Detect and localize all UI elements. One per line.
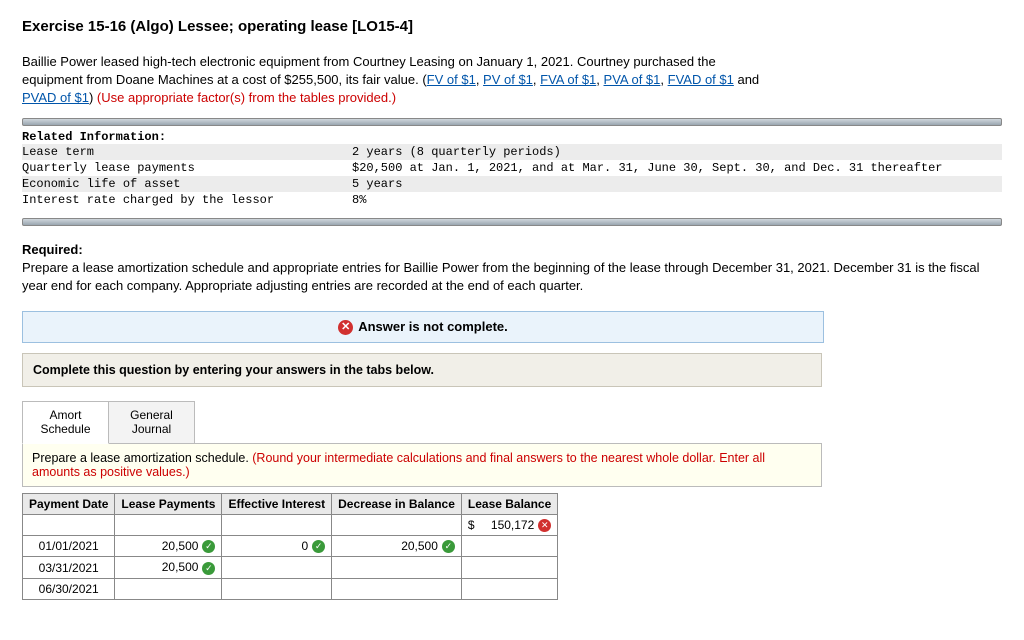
required-header: Required: <box>22 242 1002 257</box>
input-cell[interactable]: 0✓ <box>222 536 332 557</box>
related-info-header: Related Information: <box>22 126 1002 144</box>
info-value: 2 years (8 quarterly periods) <box>352 144 1002 160</box>
tab-bar: AmortSchedule GeneralJournal <box>22 401 1002 444</box>
tab-general-journal[interactable]: GeneralJournal <box>109 401 195 444</box>
factor-note: (Use appropriate factor(s) from the tabl… <box>97 90 396 105</box>
fva-link[interactable]: FVA of $1 <box>540 72 596 87</box>
info-label: Lease term <box>22 144 352 160</box>
input-cell[interactable]: 20,500✓ <box>332 536 462 557</box>
check-icon: ✓ <box>202 562 215 575</box>
date-cell: 03/31/2021 <box>23 557 115 578</box>
pvad-link[interactable]: PVAD of $1 <box>22 90 89 105</box>
fv-link[interactable]: FV of $1 <box>427 72 476 87</box>
info-value: 5 years <box>352 176 1002 192</box>
input-cell[interactable] <box>461 536 557 557</box>
input-cell[interactable] <box>461 578 557 599</box>
intro-text: Baillie Power leased high-tech electroni… <box>22 54 716 69</box>
fvad-link[interactable]: FVAD of $1 <box>668 72 734 87</box>
intro-paragraph: Baillie Power leased high-tech electroni… <box>22 53 1002 108</box>
input-cell[interactable] <box>222 557 332 578</box>
input-cell[interactable] <box>332 557 462 578</box>
input-cell[interactable] <box>461 557 557 578</box>
col-decrease-balance: Decrease in Balance <box>332 493 462 514</box>
status-banner: ✕ Answer is not complete. <box>22 311 824 343</box>
table-row: 06/30/2021 <box>23 578 558 599</box>
panel-instruction: Prepare a lease amortization schedule. (… <box>22 443 822 487</box>
table-row: 01/01/2021 20,500✓ 0✓ 20,500✓ <box>23 536 558 557</box>
col-lease-balance: Lease Balance <box>461 493 557 514</box>
info-value: $20,500 at Jan. 1, 2021, and at Mar. 31,… <box>352 160 1002 176</box>
exercise-title: Exercise 15-16 (Algo) Lessee; operating … <box>22 18 1002 35</box>
pva-link[interactable]: PVA of $1 <box>604 72 661 87</box>
wrong-icon: ✕ <box>538 519 551 532</box>
amortization-table: Payment Date Lease Payments Effective In… <box>22 493 558 600</box>
error-icon: ✕ <box>338 320 353 335</box>
col-payment-date: Payment Date <box>23 493 115 514</box>
input-cell[interactable] <box>115 578 222 599</box>
col-effective-interest: Effective Interest <box>222 493 332 514</box>
intro-text2: equipment from Doane Machines at a cost … <box>22 72 427 87</box>
info-value: 8% <box>352 192 1002 208</box>
divider <box>22 218 1002 226</box>
check-icon: ✓ <box>312 540 325 553</box>
pv-link[interactable]: PV of $1 <box>483 72 533 87</box>
input-cell[interactable] <box>332 578 462 599</box>
input-cell[interactable]: 20,500✓ <box>115 536 222 557</box>
info-label: Quarterly lease payments <box>22 160 352 176</box>
instruction-banner: Complete this question by entering your … <box>22 353 822 387</box>
check-icon: ✓ <box>202 540 215 553</box>
info-label: Economic life of asset <box>22 176 352 192</box>
info-label: Interest rate charged by the lessor <box>22 192 352 208</box>
divider <box>22 118 1002 126</box>
input-cell[interactable] <box>222 578 332 599</box>
date-cell: 01/01/2021 <box>23 536 115 557</box>
opening-balance-cell[interactable]: $150,172✕ <box>461 514 557 535</box>
check-icon: ✓ <box>442 540 455 553</box>
input-cell[interactable]: 20,500✓ <box>115 557 222 578</box>
table-row: 03/31/2021 20,500✓ <box>23 557 558 578</box>
table-row: $150,172✕ <box>23 514 558 535</box>
date-cell: 06/30/2021 <box>23 578 115 599</box>
tab-amort-schedule[interactable]: AmortSchedule <box>22 401 109 444</box>
required-text: Prepare a lease amortization schedule an… <box>22 259 1002 295</box>
col-lease-payments: Lease Payments <box>115 493 222 514</box>
related-info-table: Lease term2 years (8 quarterly periods) … <box>22 144 1002 208</box>
status-text: Answer is not complete. <box>358 319 508 334</box>
